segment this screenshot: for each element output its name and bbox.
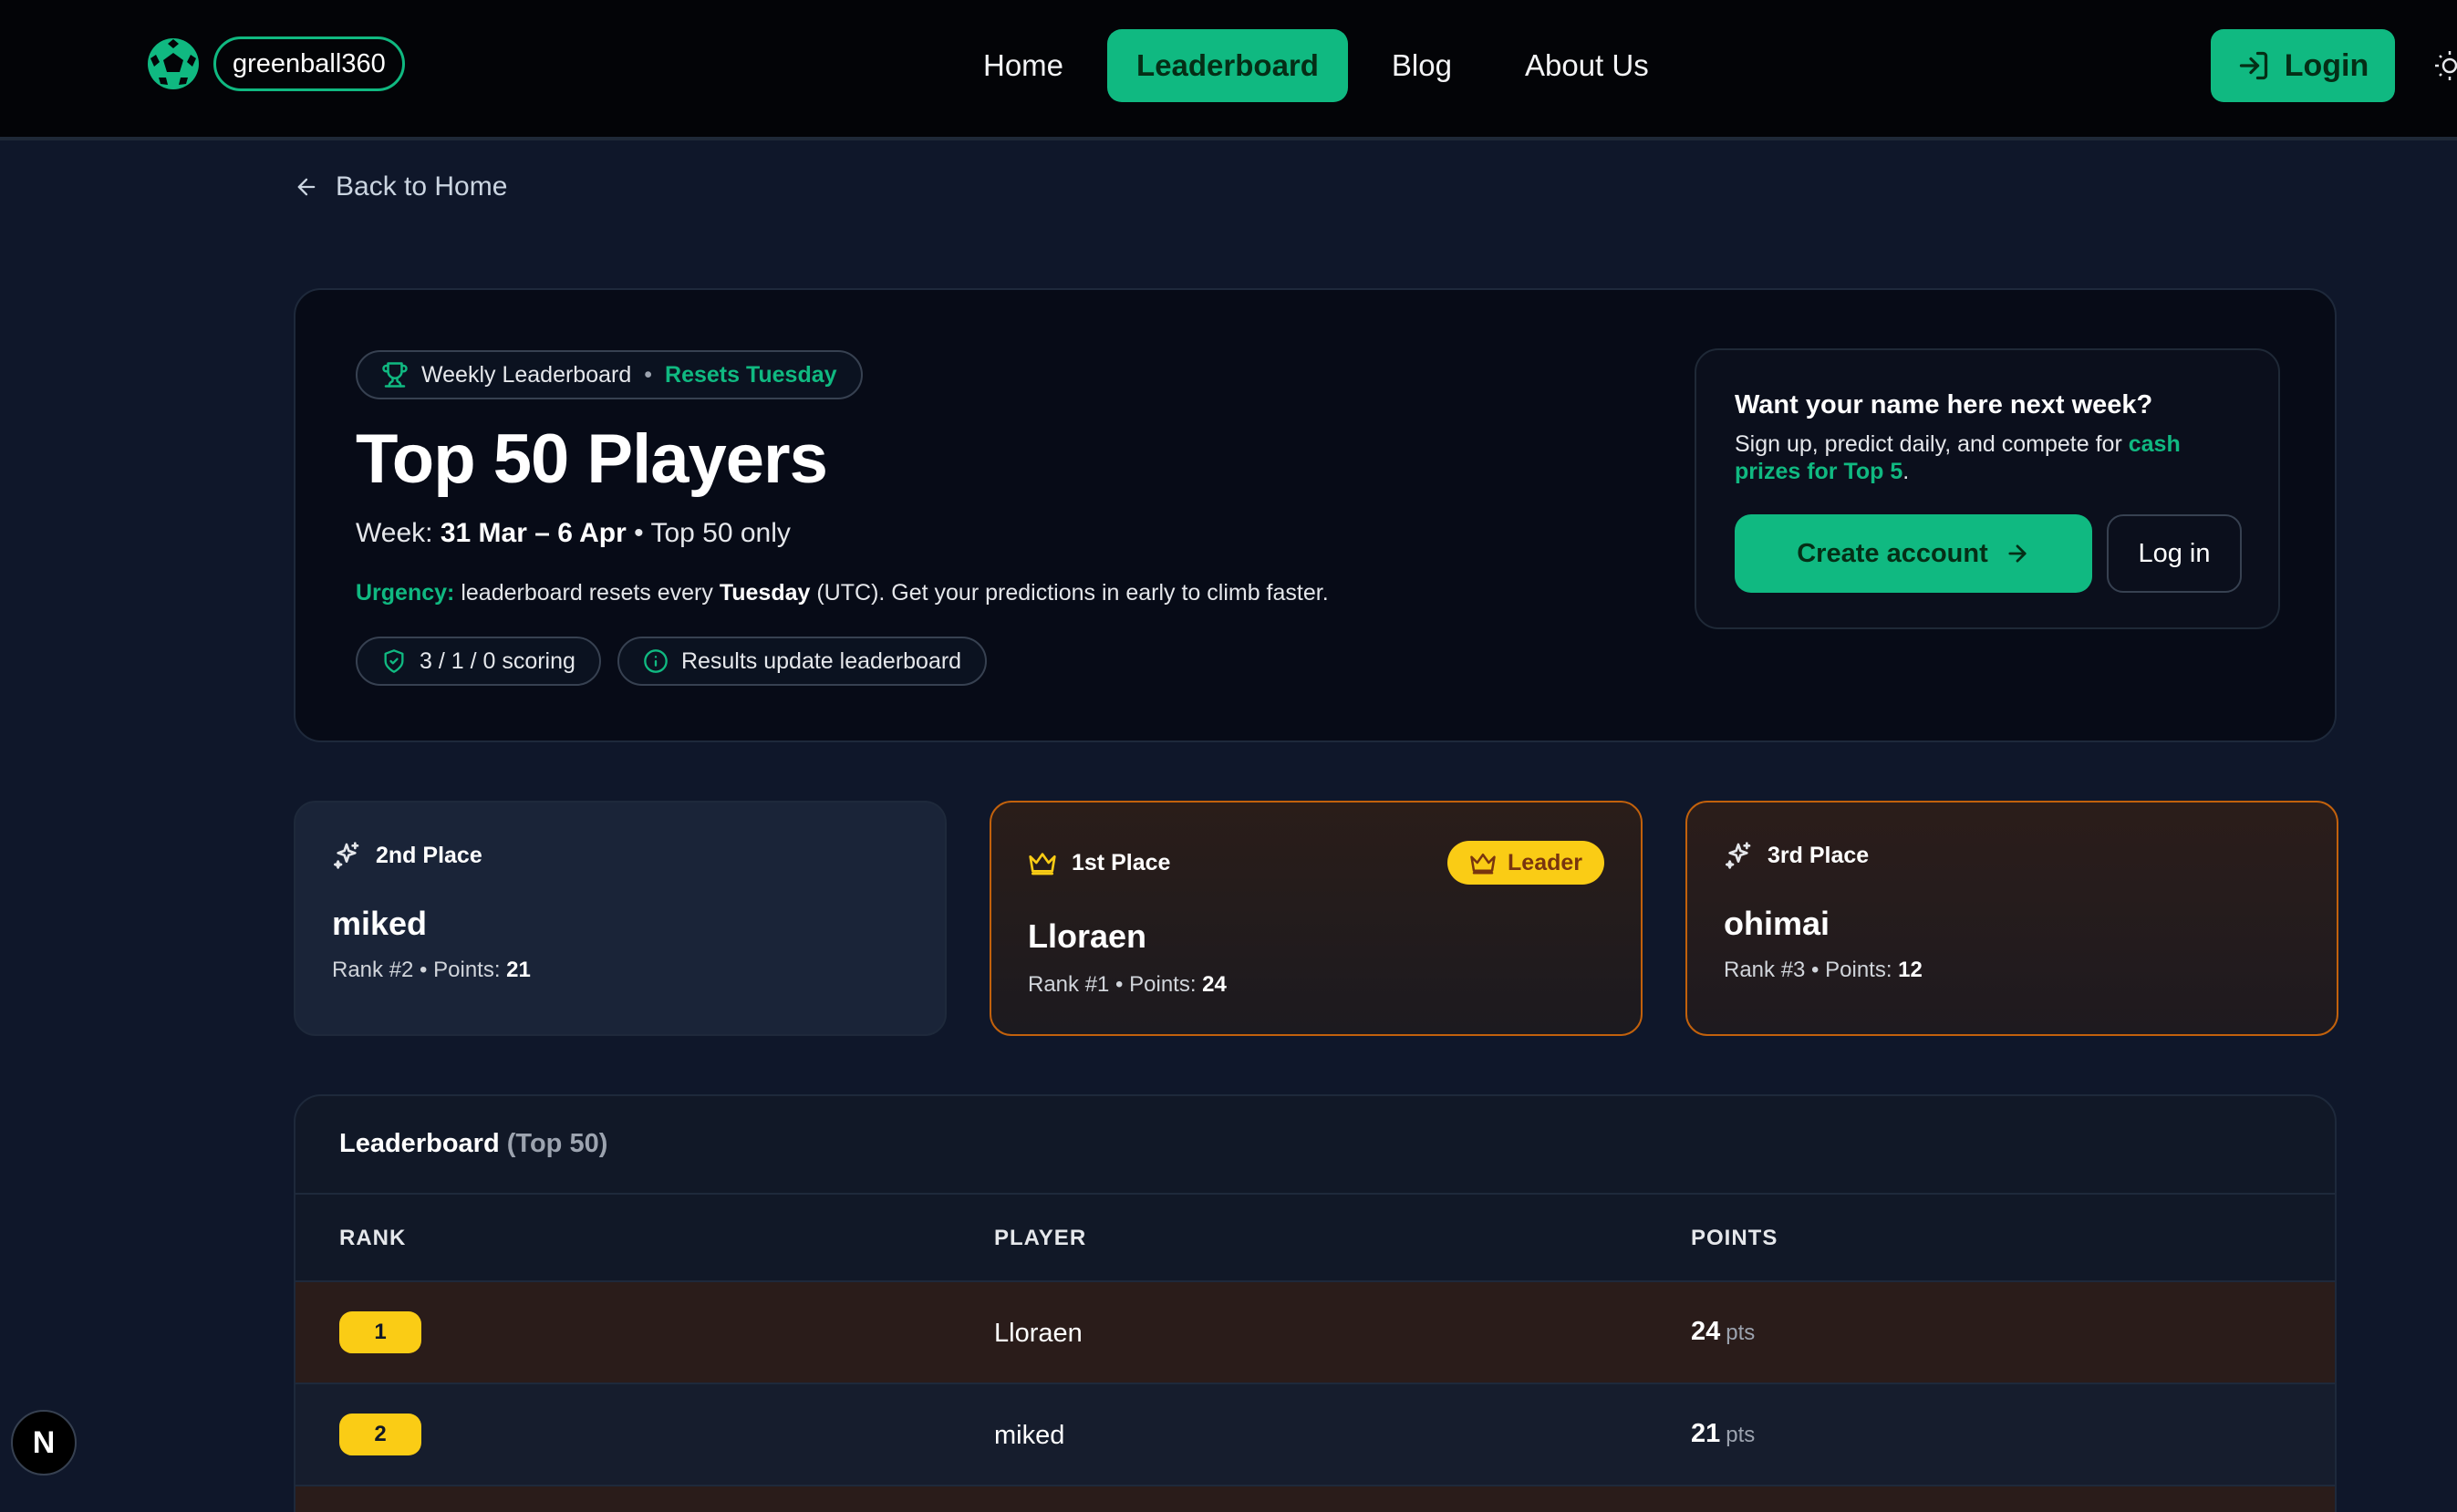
table-row[interactable] (295, 1485, 2335, 1512)
sparkles-icon (1724, 841, 1753, 870)
week-range: Week: 31 Mar – 6 Apr • Top 50 only (356, 518, 791, 549)
create-account-button[interactable]: Create account (1735, 514, 2092, 593)
week-dates: 31 Mar – 6 Apr (440, 518, 627, 548)
urgency-day: Tuesday (719, 580, 811, 606)
page-title: Top 50 Players (356, 420, 828, 498)
podium-first-place: 1st Place Leader Lloraen Rank #1 • Point… (990, 801, 1643, 1036)
podium-first-meta: Rank #1 • Points: 24 (1028, 972, 1227, 998)
player-name: Lloraen (994, 1319, 1083, 1348)
podium-second-meta: Rank #2 • Points: 21 (332, 958, 531, 983)
pill-accent: Resets Tuesday (665, 361, 837, 388)
table-title-sub: (Top 50) (506, 1129, 608, 1158)
crown-icon (1028, 848, 1057, 877)
player-points: 21 pts (1691, 1419, 1755, 1449)
urgency-note: Urgency: leaderboard resets every Tuesda… (356, 580, 1329, 606)
leaderboard-table: Leaderboard (Top 50) RANK PLAYER POINTS … (294, 1094, 2337, 1512)
trophy-icon (381, 361, 409, 388)
podium-second-label: 2nd Place (376, 842, 482, 868)
header-player: PLAYER (994, 1226, 1087, 1250)
podium-second-header: 2nd Place (332, 841, 482, 870)
navbar: greenball360 Home Leaderboard Blog About… (0, 0, 2457, 140)
crown-icon (1469, 849, 1497, 876)
podium-third-header: 3rd Place (1724, 841, 1869, 870)
back-label: Back to Home (336, 171, 508, 202)
table-title: Leaderboard (Top 50) (339, 1129, 607, 1159)
podium-second-rank: Rank #2 • Points: (332, 958, 501, 982)
table-row[interactable]: 2 miked 21 pts (295, 1383, 2335, 1485)
scoring-chip: 3 / 1 / 0 scoring (356, 637, 601, 686)
week-suffix: • Top 50 only (634, 518, 791, 548)
table-header-row: RANK PLAYER POINTS (295, 1193, 2335, 1280)
rank-badge: 1 (339, 1311, 421, 1353)
pill-label: Weekly Leaderboard (421, 361, 632, 388)
info-icon (643, 648, 669, 674)
rank-badge: 2 (339, 1414, 421, 1455)
podium-second-place: 2nd Place miked Rank #2 • Points: 21 (294, 801, 947, 1036)
points-unit: pts (1726, 1423, 1756, 1447)
table-row[interactable]: 1 Lloraen 24 pts (295, 1280, 2335, 1383)
pill-separator: • (644, 361, 653, 388)
arrow-left-icon (294, 174, 319, 200)
main-nav: Home Leaderboard Blog About Us (954, 29, 1678, 102)
podium-first-rank: Rank #1 • Points: (1028, 972, 1197, 997)
next-dev-badge[interactable]: N (11, 1410, 77, 1476)
login-label: Login (2284, 47, 2369, 83)
weekly-leaderboard-pill: Weekly Leaderboard • Resets Tuesday (356, 350, 863, 399)
leader-badge: Leader (1447, 841, 1604, 885)
hero-card: Weekly Leaderboard • Resets Tuesday Top … (294, 288, 2337, 742)
info-chips: 3 / 1 / 0 scoring Results update leaderb… (356, 637, 988, 686)
arrow-right-icon (2005, 541, 2030, 566)
urgency-text-2: (UTC). Get your predictions in early to … (816, 580, 1329, 606)
back-to-home-link[interactable]: Back to Home (294, 171, 507, 202)
podium-first-name: Lloraen (1028, 917, 1147, 955)
create-account-label: Create account (1797, 538, 1988, 568)
brand-name: greenball360 (213, 36, 405, 91)
urgency-label: Urgency: (356, 580, 455, 606)
podium-first-label: 1st Place (1072, 849, 1171, 875)
nav-about-us[interactable]: About Us (1496, 29, 1678, 102)
points-unit: pts (1726, 1320, 1756, 1345)
header-points: POINTS (1691, 1226, 1778, 1250)
log-in-button[interactable]: Log in (2107, 514, 2242, 593)
brand[interactable]: greenball360 (146, 36, 405, 91)
podium-second-name: miked (332, 905, 428, 942)
points-value: 24 (1691, 1317, 1721, 1346)
urgency-text-1: leaderboard resets every (461, 580, 713, 606)
results-chip: Results update leaderboard (617, 637, 988, 686)
podium-third-name: ohimai (1724, 905, 1830, 942)
podium-third-label: 3rd Place (1768, 842, 1870, 868)
login-icon (2237, 49, 2270, 82)
nav-blog[interactable]: Blog (1363, 29, 1481, 102)
header-rank: RANK (339, 1226, 407, 1250)
podium-first-header: 1st Place (1028, 848, 1170, 877)
nav-home[interactable]: Home (954, 29, 1093, 102)
points-value: 21 (1691, 1419, 1721, 1448)
cta-text: Sign up, predict daily, and compete for … (1735, 430, 2245, 485)
scoring-chip-label: 3 / 1 / 0 scoring (420, 647, 575, 674)
podium-third-points: 12 (1898, 958, 1923, 982)
podium-second-points: 21 (506, 958, 531, 982)
soccer-ball-icon (146, 36, 201, 91)
player-points: 24 pts (1691, 1317, 1755, 1347)
shield-check-icon (381, 648, 407, 674)
podium-first-points: 24 (1202, 972, 1227, 997)
player-name: miked (994, 1421, 1065, 1450)
podium-third-rank: Rank #3 • Points: (1724, 958, 1892, 982)
week-prefix: Week: (356, 518, 433, 548)
cta-text-main: Sign up, predict daily, and compete for (1735, 431, 2122, 457)
cta-text-period: . (1902, 459, 1910, 484)
sun-icon[interactable] (2433, 49, 2457, 82)
login-button[interactable]: Login (2211, 29, 2395, 102)
signup-cta-card: Want your name here next week? Sign up, … (1695, 348, 2280, 629)
podium-third-meta: Rank #3 • Points: 12 (1724, 958, 1923, 983)
cta-title: Want your name here next week? (1735, 390, 2153, 419)
results-chip-label: Results update leaderboard (680, 647, 962, 674)
leader-badge-label: Leader (1508, 849, 1582, 875)
sparkles-icon (332, 841, 361, 870)
table-title-main: Leaderboard (339, 1129, 500, 1158)
nav-leaderboard[interactable]: Leaderboard (1107, 29, 1348, 102)
podium-third-place: 3rd Place ohimai Rank #3 • Points: 12 (1685, 801, 2338, 1036)
